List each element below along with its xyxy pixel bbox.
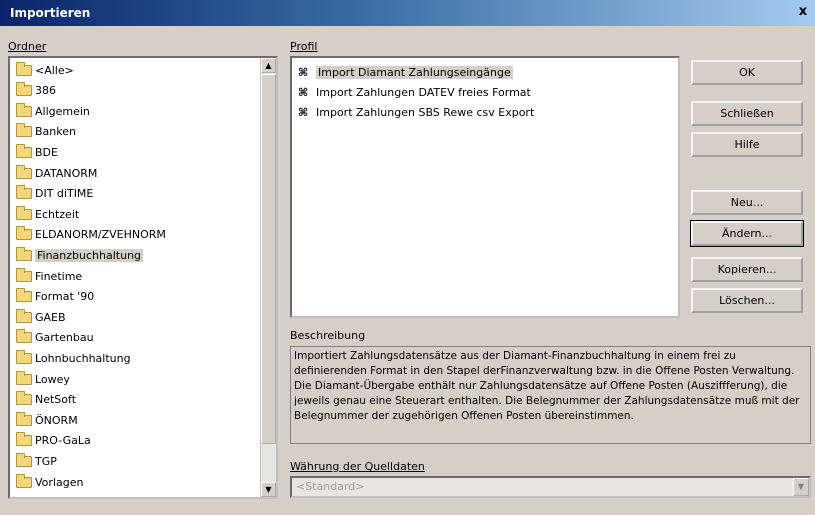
profile-list[interactable]: ⌘ Import Diamant Zahlungseingänge ⌘ Import … <box>290 56 680 318</box>
folder-item-label: TGP <box>35 454 57 468</box>
folder-item-label: Lowey <box>35 372 70 386</box>
scroll-up-icon[interactable]: ▲ <box>261 58 276 73</box>
folder-item-label: Finanzbuchhaltung <box>35 248 144 262</box>
folder-item[interactable]: Vorlagen <box>16 473 83 491</box>
folder-icon <box>16 246 32 261</box>
profile-label: Profil <box>290 40 317 53</box>
folder-item[interactable]: 386 <box>16 82 56 100</box>
folder-list[interactable]: ▲ ▼ <Alle> 386 Allgemein Banken BDE DATANORM D… <box>8 56 278 499</box>
folder-item[interactable]: ÖNORM <box>16 411 78 429</box>
folder-icon <box>16 267 32 282</box>
folder-item-label: DIT diTIME <box>35 187 94 201</box>
profile-item[interactable]: ⌘ Import Zahlungen SBS Rewe csv Export <box>298 103 534 121</box>
profile-item[interactable]: ⌘ Import Diamant Zahlungseingänge <box>298 63 513 81</box>
description-label: Beschreibung <box>290 329 366 342</box>
folder-icon <box>16 185 32 200</box>
new-button[interactable]: Neu... <box>691 190 803 215</box>
folder-icon <box>16 82 32 97</box>
ok-button[interactable]: OK <box>691 60 803 85</box>
folder-item-label: Vorlagen <box>35 475 84 489</box>
folder-icon <box>16 391 32 406</box>
folder-item-label: ELDANORM/ZVEHNORM <box>35 228 166 242</box>
folder-item-label: ÖNORM <box>35 413 78 427</box>
folder-item[interactable]: <Alle> <box>16 61 74 79</box>
folder-item[interactable]: Format '90 <box>16 288 94 306</box>
folder-icon <box>16 370 32 385</box>
currency-value: <Standard> <box>296 480 365 493</box>
scroll-down-icon[interactable]: ▼ <box>261 482 276 497</box>
folder-item-label: Echtzeit <box>35 207 80 221</box>
folder-item[interactable]: PRO-GaLa <box>16 432 91 450</box>
folder-item-label: PRO-GaLa <box>35 434 91 448</box>
profile-item[interactable]: ⌘ Import Zahlungen DATEV freies Format <box>298 83 531 101</box>
title-bar: Importieren x <box>0 0 815 26</box>
profile-item-label: Import Zahlungen SBS Rewe csv Export <box>316 105 535 119</box>
folder-item[interactable]: Allgemein <box>16 102 90 120</box>
folder-item[interactable]: TGP <box>16 452 57 470</box>
folder-icon <box>16 288 32 303</box>
folder-icon <box>16 411 32 426</box>
folder-item-label: <Alle> <box>35 63 74 77</box>
close-icon[interactable]: x <box>795 4 811 20</box>
profile-icon: ⌘ <box>298 65 309 79</box>
folder-icon <box>16 226 32 241</box>
folder-item-label: Allgemein <box>35 104 90 118</box>
folder-item-label: Lohnbuchhaltung <box>35 351 131 365</box>
folder-item-label: 386 <box>35 84 56 98</box>
currency-label: Währung der Quelldaten <box>290 460 425 473</box>
profile-icon: ⌘ <box>298 85 309 99</box>
folder-item-label: Format '90 <box>35 290 95 304</box>
folder-icon <box>16 102 32 117</box>
folder-item[interactable]: Banken <box>16 123 76 141</box>
profile-label-text: Profil <box>290 40 318 53</box>
folder-item[interactable]: BDE <box>16 143 58 161</box>
folder-icon <box>16 308 32 323</box>
folder-icon <box>16 432 32 447</box>
profile-item-label: Import Zahlungen DATEV freies Format <box>316 85 531 99</box>
copy-button[interactable]: Kopieren... <box>691 257 803 282</box>
window-title: Importieren <box>10 6 91 20</box>
folder-item[interactable]: Finanzbuchhaltung <box>16 246 144 264</box>
folder-icon <box>16 473 32 488</box>
folder-icon <box>16 349 32 364</box>
folders-label: Ordner <box>8 40 46 53</box>
folder-item[interactable]: DATANORM <box>16 164 97 182</box>
edit-button[interactable]: Ändern... <box>690 220 804 247</box>
folder-item[interactable]: NetSoft <box>16 391 76 409</box>
close-button[interactable]: Schließen <box>691 101 803 126</box>
folder-item-label: Finetime <box>35 269 83 283</box>
folder-scrollbar[interactable]: ▲ ▼ <box>260 58 276 497</box>
currency-select[interactable]: <Standard> ▼ <box>290 476 811 498</box>
chevron-down-icon[interactable]: ▼ <box>793 478 809 496</box>
folder-item-label: DATANORM <box>35 166 98 180</box>
folder-icon <box>16 61 32 76</box>
folder-item-label: Banken <box>35 125 76 139</box>
description-box: Importiert Zahlungsdatensätze aus der Di… <box>290 346 811 444</box>
profile-icon: ⌘ <box>298 105 309 119</box>
folder-item[interactable]: GAEB <box>16 308 66 326</box>
folder-item[interactable]: DIT diTIME <box>16 185 93 203</box>
folder-icon <box>16 143 32 158</box>
profile-item-label: Import Diamant Zahlungseingänge <box>316 65 513 79</box>
folders-label-text: Ordner <box>8 40 47 53</box>
folder-icon <box>16 123 32 138</box>
folder-item[interactable]: Finetime <box>16 267 82 285</box>
folder-item[interactable]: Lowey <box>16 370 70 388</box>
delete-button[interactable]: Löschen... <box>691 288 803 313</box>
scroll-thumb[interactable] <box>261 74 276 444</box>
folder-item[interactable]: Lohnbuchhaltung <box>16 349 131 367</box>
help-button[interactable]: Hilfe <box>691 132 803 157</box>
folder-item-label: BDE <box>35 145 58 159</box>
folder-item-label: NetSoft <box>35 393 77 407</box>
folder-icon <box>16 329 32 344</box>
folder-icon <box>16 164 32 179</box>
currency-label-text: Währung der Quelldaten <box>290 460 425 473</box>
folder-icon <box>16 205 32 220</box>
folder-item[interactable]: Gartenbau <box>16 329 94 347</box>
folder-icon <box>16 452 32 467</box>
folder-item-label: GAEB <box>35 310 66 324</box>
folder-item[interactable]: ELDANORM/ZVEHNORM <box>16 226 166 244</box>
folder-item-label: Gartenbau <box>35 331 94 345</box>
folder-item[interactable]: Echtzeit <box>16 205 79 223</box>
